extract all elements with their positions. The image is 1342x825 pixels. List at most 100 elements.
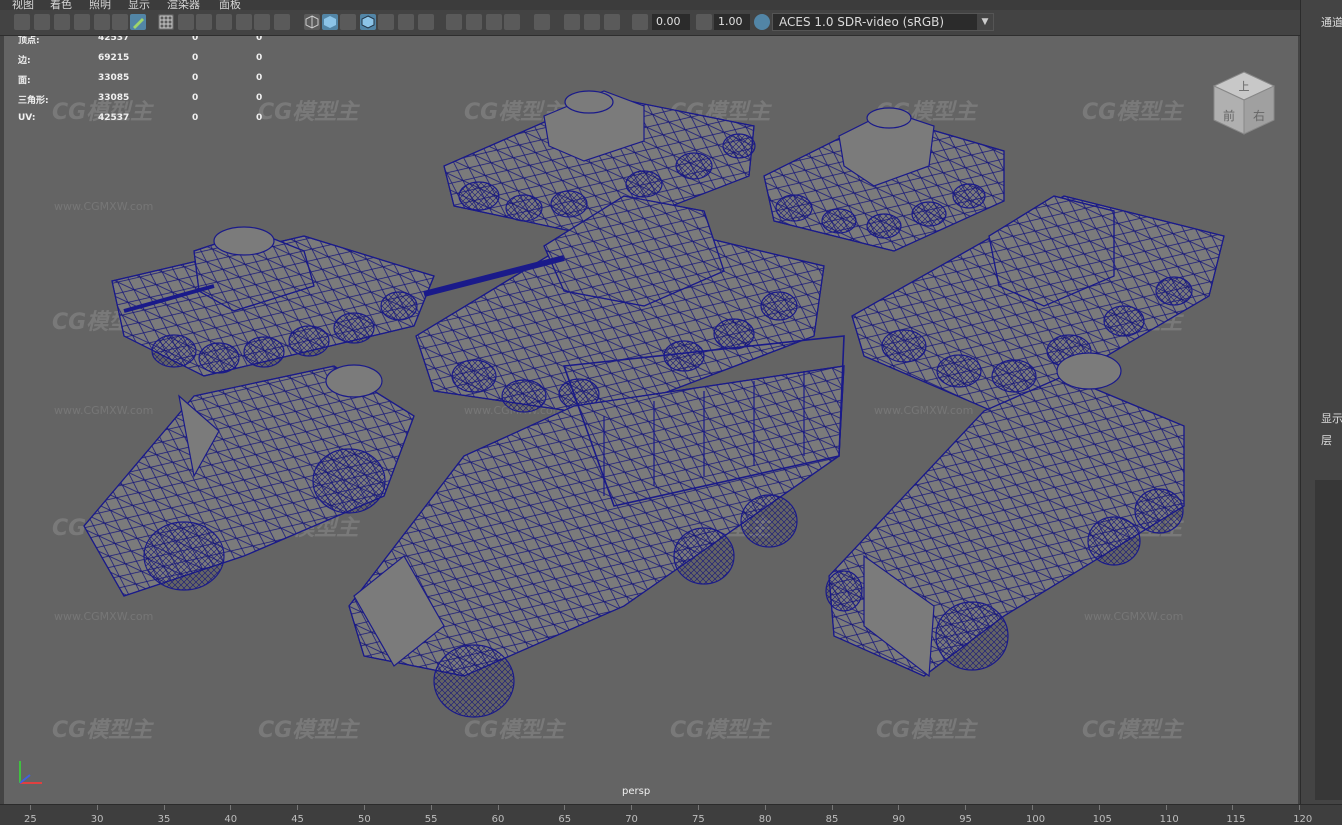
timeline-tick-mark bbox=[430, 805, 432, 810]
camera-attributes-icon[interactable] bbox=[34, 14, 50, 30]
timeline-tick-mark bbox=[764, 805, 766, 810]
timeline-tick-label: 75 bbox=[692, 814, 705, 825]
viewcube-front-label: 前 bbox=[1223, 108, 1235, 123]
color-space-dropdown[interactable]: ACES 1.0 SDR-video (sRGB) ▼ bbox=[772, 13, 994, 31]
motion-blur-icon[interactable] bbox=[466, 14, 482, 30]
safe-action-icon[interactable] bbox=[254, 14, 270, 30]
hud-value: 0 bbox=[256, 113, 263, 123]
timeline-tick-label: 50 bbox=[358, 814, 371, 825]
gamma-icon[interactable] bbox=[696, 14, 712, 30]
viewport-3d[interactable]: CG模型主 CG模型主 CG模型主 CG模型主 CG模型主 CG模型主 CG模型… bbox=[4, 36, 1298, 804]
grid-icon[interactable] bbox=[158, 14, 174, 30]
menu-view[interactable]: 视图 bbox=[12, 0, 34, 10]
antialiasing-icon[interactable] bbox=[486, 14, 502, 30]
timeline-tick-label: 100 bbox=[1026, 814, 1046, 825]
timeline-tick-mark bbox=[1165, 805, 1167, 810]
gate-mask-icon[interactable] bbox=[216, 14, 232, 30]
timeline-tick-mark bbox=[297, 805, 299, 810]
resolution-gate-icon[interactable] bbox=[196, 14, 212, 30]
isolate-select-icon[interactable] bbox=[534, 14, 550, 30]
timeline-tick-mark bbox=[30, 805, 31, 810]
hud-label: 三角形: bbox=[18, 96, 49, 106]
timeline-tick-label: 60 bbox=[491, 814, 505, 825]
hud-value: 0 bbox=[192, 93, 199, 103]
timeline-tick-mark bbox=[698, 805, 699, 810]
hud-value: 69215 bbox=[98, 53, 130, 63]
timeline-tick-mark bbox=[631, 805, 633, 810]
timeline-tick-label: 80 bbox=[758, 814, 772, 825]
two-d-pan-icon[interactable] bbox=[112, 14, 128, 30]
timeline-tick-label: 120 bbox=[1293, 814, 1313, 825]
hud-value: 0 bbox=[256, 36, 263, 43]
color-management-icon[interactable] bbox=[754, 14, 770, 30]
hud-label: 顶点: bbox=[18, 36, 40, 46]
tank-model-top-right[interactable] bbox=[763, 107, 1005, 252]
timeline-tick-label: 65 bbox=[558, 814, 572, 825]
menu-show[interactable]: 显示 bbox=[128, 0, 150, 10]
film-gate-icon[interactable] bbox=[178, 14, 194, 30]
timeline-tick-label: 115 bbox=[1226, 814, 1246, 825]
viewcube-top-label: 上 bbox=[1239, 80, 1250, 93]
menu-lighting[interactable]: 照明 bbox=[89, 0, 111, 10]
chevron-down-icon: ▼ bbox=[977, 14, 993, 30]
ao-toggle-icon[interactable] bbox=[604, 14, 620, 30]
axis-gizmo-icon bbox=[19, 761, 42, 784]
armored-car-model[interactable] bbox=[825, 352, 1185, 678]
wireframe-on-shaded-icon[interactable] bbox=[360, 14, 376, 30]
hud-value: 0 bbox=[192, 113, 199, 123]
image-plane-icon[interactable] bbox=[74, 14, 90, 30]
menu-shading[interactable]: 着色 bbox=[50, 0, 72, 10]
vehicle-models bbox=[83, 90, 1225, 718]
layer-list-area[interactable] bbox=[1315, 480, 1342, 800]
smooth-shade-icon[interactable] bbox=[322, 14, 338, 30]
channel-box-title[interactable]: 通道 bbox=[1321, 14, 1342, 30]
timeline-tick-mark bbox=[364, 805, 365, 810]
timeline-tick-label: 85 bbox=[825, 814, 839, 825]
timeline-tick-label: 95 bbox=[959, 814, 972, 825]
hud-value: 42537 bbox=[98, 36, 130, 43]
wireframe-icon[interactable] bbox=[304, 14, 320, 30]
safe-title-icon[interactable] bbox=[274, 14, 290, 30]
camera-select-icon[interactable] bbox=[14, 14, 30, 30]
hud-value: 0 bbox=[256, 73, 263, 83]
hud-value: 0 bbox=[256, 93, 263, 103]
depth-of-field-icon[interactable] bbox=[504, 14, 520, 30]
hud-value: 0 bbox=[256, 53, 263, 63]
shadows-icon[interactable] bbox=[418, 14, 434, 30]
field-chart-icon[interactable] bbox=[236, 14, 252, 30]
default-material-icon[interactable] bbox=[340, 14, 356, 30]
viewport-toolbar: 0.00 1.00 ACES 1.0 SDR-video (sRGB) ▼ bbox=[0, 10, 1300, 36]
view-cube[interactable]: 上 前 右 bbox=[1209, 68, 1279, 138]
timeline-tick-label: 90 bbox=[892, 814, 906, 825]
timeline-tick-mark bbox=[163, 805, 165, 810]
time-slider[interactable]: 25 30 35 40 45 50 55 60 65 70 75 80 85 90 95 100 105 110 1… bbox=[0, 804, 1342, 825]
hud-label: UV: bbox=[18, 113, 36, 123]
menu-panels[interactable]: 面板 bbox=[219, 0, 241, 10]
hud-value: 33085 bbox=[98, 93, 130, 103]
timeline-tick-label: 25 bbox=[24, 814, 37, 825]
timeline-tick-mark bbox=[1299, 805, 1301, 810]
exposure-icon[interactable] bbox=[632, 14, 648, 30]
lights-icon[interactable] bbox=[398, 14, 414, 30]
grid-toggle-icon[interactable] bbox=[94, 14, 110, 30]
xray-joints-icon[interactable] bbox=[564, 14, 580, 30]
xray-icon[interactable] bbox=[378, 14, 394, 30]
car-model[interactable] bbox=[83, 364, 415, 597]
display-layer-tab[interactable]: 显示 bbox=[1321, 410, 1342, 426]
layer-label[interactable]: 层 bbox=[1321, 432, 1332, 448]
camera-label: persp bbox=[622, 786, 651, 797]
gamma-field[interactable]: 1.00 bbox=[714, 14, 750, 30]
hud-value: 0 bbox=[192, 36, 199, 43]
timeline-tick-label: 40 bbox=[224, 814, 238, 825]
grease-pencil-icon[interactable] bbox=[130, 14, 146, 30]
xray-components-icon[interactable] bbox=[584, 14, 600, 30]
bookmark-icon[interactable] bbox=[54, 14, 70, 30]
exposure-field[interactable]: 0.00 bbox=[652, 14, 690, 30]
hud-value: 33085 bbox=[98, 73, 130, 83]
hud-value: 0 bbox=[192, 53, 199, 63]
tank-model-left[interactable] bbox=[111, 226, 435, 377]
menu-renderer[interactable]: 渲染器 bbox=[167, 0, 200, 10]
timeline-tick-label: 35 bbox=[157, 814, 171, 825]
screen-space-ao-icon[interactable] bbox=[446, 14, 462, 30]
channel-box-panel: 通道 显示 层 bbox=[1300, 0, 1342, 804]
